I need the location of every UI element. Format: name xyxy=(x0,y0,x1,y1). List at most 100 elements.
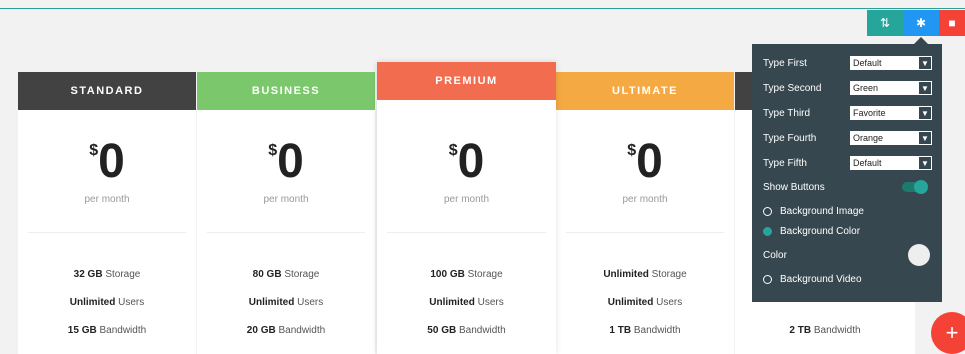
feature-bandwidth: 2 TB Bandwidth xyxy=(735,325,915,336)
currency: $ xyxy=(448,142,458,159)
chevron-down-icon: ▼ xyxy=(919,157,931,169)
pricing-card-premium: PREMIUM $0 per month 100 GB Storage Unli… xyxy=(377,62,556,354)
background-color-option[interactable]: Background Color xyxy=(763,222,932,240)
background-image-option[interactable]: Background Image xyxy=(763,202,932,220)
feature-label: Storage xyxy=(467,269,503,280)
chevron-down-icon: ▼ xyxy=(919,82,931,94)
select-value: Orange xyxy=(853,133,884,143)
type-fifth-label: Type Fifth xyxy=(763,157,807,169)
card-header: ULTIMATE xyxy=(556,72,734,110)
feature-storage: 100 GB Storage xyxy=(377,269,556,280)
feature-value: Unlimited xyxy=(429,297,475,308)
divider xyxy=(566,232,724,233)
settings-panel: Type First Default ▼ Type Second Green ▼ T… xyxy=(752,37,942,302)
feature-label: Users xyxy=(477,297,504,308)
color-row: Color xyxy=(763,244,932,266)
price-amount: 0 xyxy=(98,135,125,188)
pricing-card-standard: STANDARD $0 per month 32 GB Storage Unli… xyxy=(18,72,196,354)
show-buttons-toggle[interactable] xyxy=(902,180,928,194)
delete-button[interactable]: ■ xyxy=(939,10,965,36)
price: $0 xyxy=(556,138,734,186)
feature-label: Users xyxy=(118,297,145,308)
chevron-down-icon: ▼ xyxy=(919,132,931,144)
feature-value: 1 TB xyxy=(609,325,632,336)
feature-label: Bandwidth xyxy=(633,325,681,336)
type-second-select[interactable]: Green ▼ xyxy=(850,81,932,95)
feature-users: Unlimited Users xyxy=(556,297,734,308)
type-fourth-select[interactable]: Orange ▼ xyxy=(850,131,932,145)
feature-users: Unlimited Users xyxy=(18,297,196,308)
card-header: BUSINESS xyxy=(197,72,375,110)
show-buttons-row: Show Buttons xyxy=(763,178,932,196)
add-button[interactable]: + xyxy=(931,312,965,354)
feature-label: Bandwidth xyxy=(278,325,326,336)
radio-unchecked-icon xyxy=(763,274,772,284)
chevron-down-icon: ▼ xyxy=(919,107,931,119)
select-value: Favorite xyxy=(853,108,886,118)
currency: $ xyxy=(627,142,637,159)
pricing-card-business: BUSINESS $0 per month 80 GB Storage Unli… xyxy=(197,72,375,354)
color-swatch[interactable] xyxy=(908,244,930,266)
divider xyxy=(387,232,546,233)
background-video-option[interactable]: Background Video xyxy=(763,270,932,288)
type-third-row: Type Third Favorite ▼ xyxy=(763,104,932,122)
card-header: PREMIUM xyxy=(377,62,556,100)
divider xyxy=(28,232,186,233)
type-fourth-row: Type Fourth Orange ▼ xyxy=(763,129,932,147)
divider xyxy=(207,232,365,233)
feature-value: 15 GB xyxy=(67,325,97,336)
plus-icon: + xyxy=(945,320,959,345)
background-color-label: Background Color xyxy=(780,225,861,237)
feature-value: 2 TB xyxy=(789,325,812,336)
price-amount: 0 xyxy=(636,135,663,188)
select-value: Default xyxy=(853,58,882,68)
background-video-label: Background Video xyxy=(780,273,862,285)
feature-label: Storage xyxy=(651,269,687,280)
type-second-row: Type Second Green ▼ xyxy=(763,79,932,97)
feature-value: Unlimited xyxy=(607,297,654,308)
type-fifth-row: Type Fifth Default ▼ xyxy=(763,154,932,172)
type-fifth-select[interactable]: Default ▼ xyxy=(850,156,932,170)
trash-icon: ■ xyxy=(948,16,956,30)
feature-value: Unlimited xyxy=(69,297,116,308)
chevron-down-icon: ▼ xyxy=(919,57,931,69)
feature-value: 100 GB xyxy=(430,269,465,280)
move-button[interactable]: ⇅ xyxy=(867,10,903,36)
price: $0 xyxy=(377,138,556,186)
feature-label: Storage xyxy=(105,269,141,280)
feature-label: Users xyxy=(656,297,683,308)
feature-label: Bandwidth xyxy=(458,325,506,336)
background-image-label: Background Image xyxy=(780,205,864,217)
type-first-row: Type First Default ▼ xyxy=(763,54,932,72)
feature-label: Users xyxy=(297,297,324,308)
price-period: per month xyxy=(84,194,130,205)
feature-storage: 80 GB Storage xyxy=(197,269,375,280)
feature-users: Unlimited Users xyxy=(197,297,375,308)
feature-bandwidth: 20 GB Bandwidth xyxy=(197,325,375,336)
feature-value: Unlimited xyxy=(603,269,649,280)
price-amount: 0 xyxy=(277,135,304,188)
type-third-select[interactable]: Favorite ▼ xyxy=(850,106,932,120)
block-toolbar: ⇅ ✱ ■ xyxy=(867,10,965,36)
radio-checked-icon xyxy=(763,226,772,236)
settings-button[interactable]: ✱ xyxy=(903,10,939,36)
pricing-card-ultimate: ULTIMATE $0 per month Unlimited Storage … xyxy=(556,72,734,354)
feature-label: Bandwidth xyxy=(813,325,861,336)
move-icon: ⇅ xyxy=(879,16,891,30)
type-first-select[interactable]: Default ▼ xyxy=(850,56,932,70)
feature-value: 20 GB xyxy=(246,325,276,336)
color-label: Color xyxy=(763,249,787,261)
currency: $ xyxy=(268,142,278,159)
type-second-label: Type Second xyxy=(763,82,822,94)
feature-bandwidth: 1 TB Bandwidth xyxy=(556,325,734,336)
plan-name: BUSINESS xyxy=(251,85,321,97)
price: $0 xyxy=(18,138,196,186)
top-border xyxy=(0,8,965,9)
select-value: Default xyxy=(853,158,882,168)
plan-name: ULTIMATE xyxy=(612,85,678,97)
plan-name: PREMIUM xyxy=(435,75,498,87)
feature-value: 80 GB xyxy=(252,269,282,280)
feature-bandwidth: 15 GB Bandwidth xyxy=(18,325,196,336)
price-period: per month xyxy=(443,194,490,205)
price-period: per month xyxy=(622,194,668,205)
